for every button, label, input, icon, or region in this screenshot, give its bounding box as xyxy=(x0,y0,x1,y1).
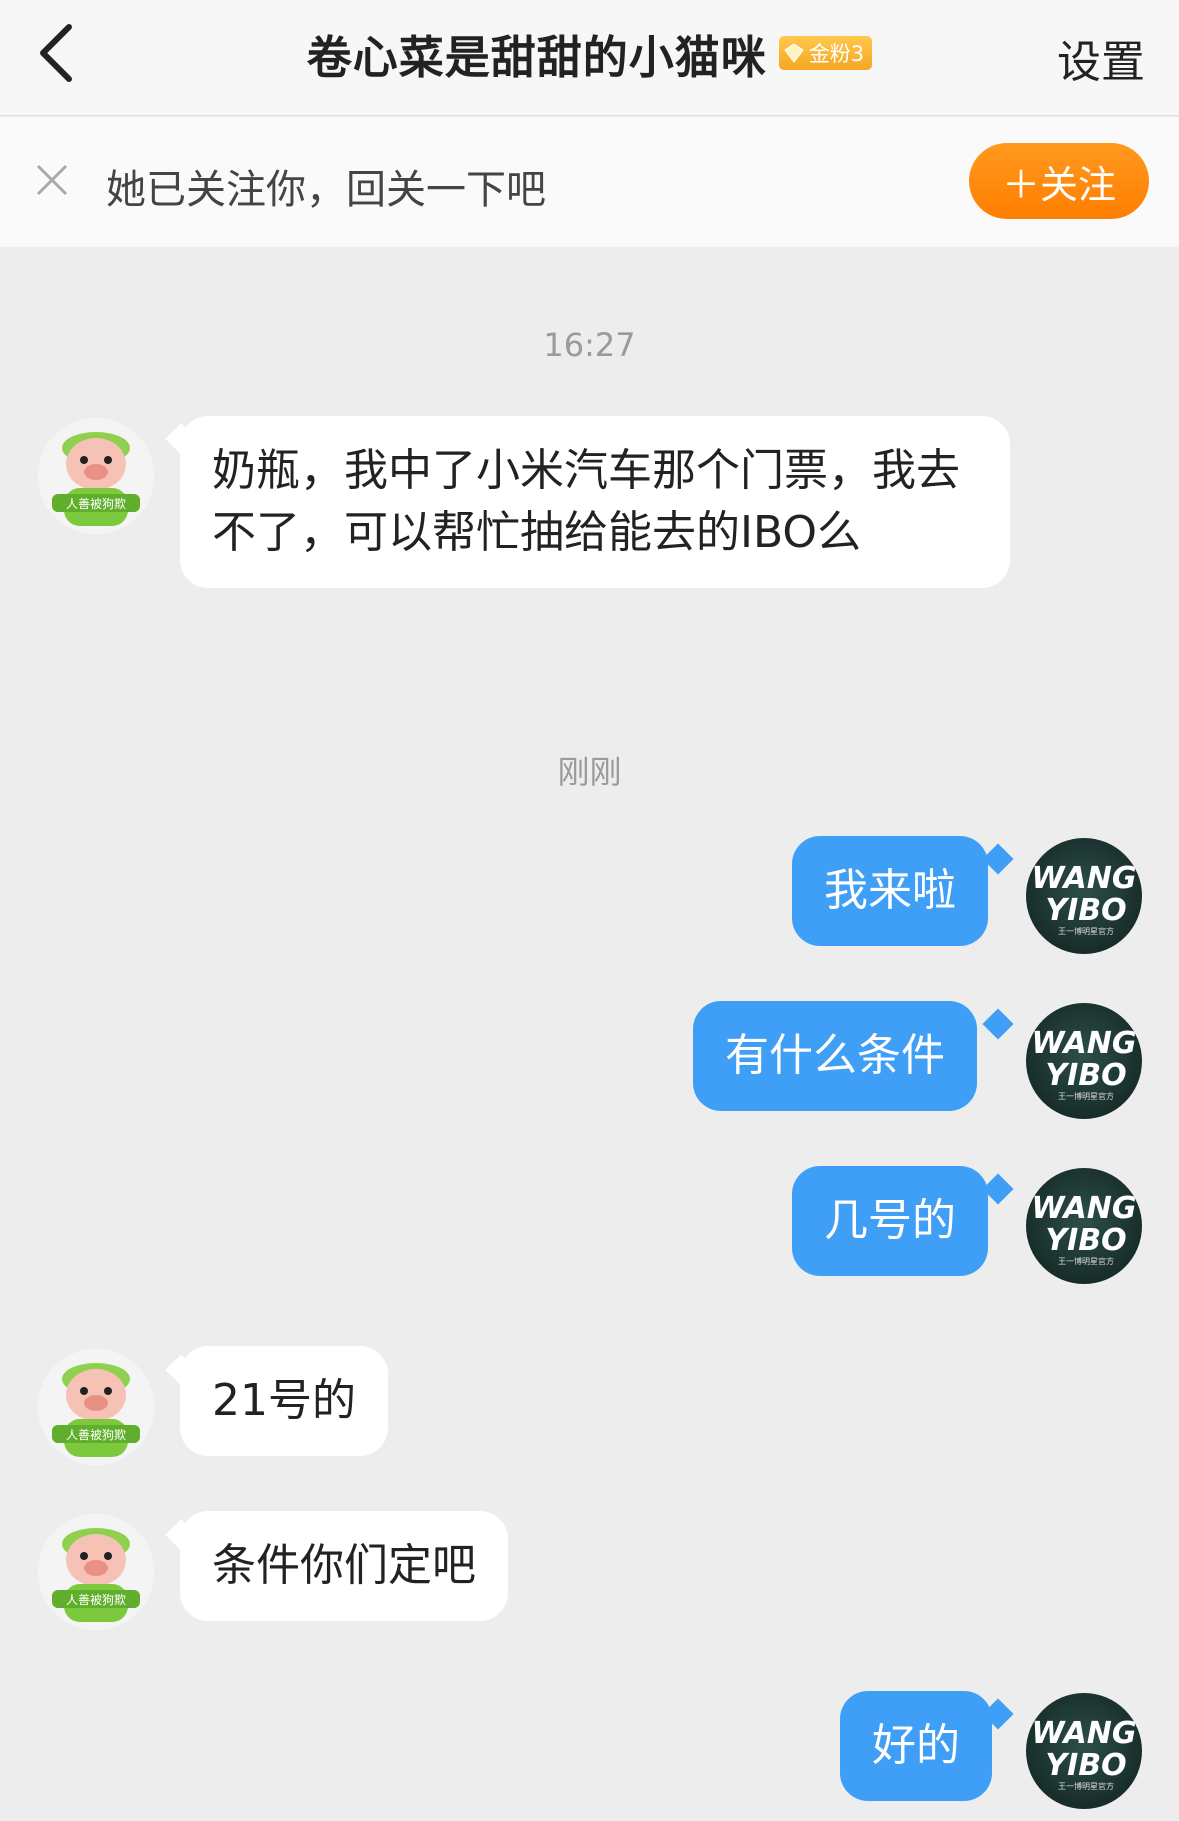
self-avatar[interactable]: WANG YIBO 王一博明星官方 xyxy=(1026,1003,1142,1119)
svg-text:YIBO: YIBO xyxy=(1045,1748,1126,1783)
contact-avatar[interactable]: 人善被狗欺 xyxy=(38,1514,154,1630)
wangyibo-logo-icon: WANG YIBO 王一博明星官方 xyxy=(1032,1026,1137,1101)
message-bubble-incoming[interactable]: 21号的 xyxy=(180,1346,388,1456)
pig-mascot-icon: 人善被狗欺 xyxy=(38,1514,154,1630)
avatar-badge-text: 人善被狗欺 xyxy=(66,496,126,511)
chat-title: 卷心菜是甜甜的小猫咪 xyxy=(306,30,767,84)
svg-text:WANG: WANG xyxy=(1032,1191,1137,1226)
nav-bar: 卷心菜是甜甜的小猫咪 金粉3 设置 xyxy=(0,0,1179,116)
svg-text:YIBO: YIBO xyxy=(1045,1223,1126,1258)
message-bubble-incoming[interactable]: 奶瓶，我中了小米汽车那个门票，我去不了，可以帮忙抽给能去的IBO么 xyxy=(180,416,1010,588)
self-avatar[interactable]: WANG YIBO 王一博明星官方 xyxy=(1026,1168,1142,1284)
svg-text:王一博明星官方: 王一博明星官方 xyxy=(1058,926,1114,936)
avatar-badge-text: 人善被狗欺 xyxy=(66,1592,126,1607)
self-avatar[interactable]: WANG YIBO 王一博明星官方 xyxy=(1026,838,1142,954)
svg-text:WANG: WANG xyxy=(1032,1716,1137,1751)
svg-text:WANG: WANG xyxy=(1032,861,1137,896)
pig-mascot-icon: 人善被狗欺 xyxy=(38,1349,154,1465)
message-bubble-outgoing[interactable]: 几号的 xyxy=(792,1166,988,1276)
follow-button[interactable]: ＋关注 xyxy=(969,143,1149,219)
self-avatar[interactable]: WANG YIBO 王一博明星官方 xyxy=(1026,1693,1142,1809)
pig-mascot-icon: 人善被狗欺 xyxy=(38,418,154,534)
message-bubble-outgoing[interactable]: 有什么条件 xyxy=(693,1001,977,1111)
svg-text:WANG: WANG xyxy=(1032,1026,1137,1061)
follow-prompt-text: 她已关注你，回关一下吧 xyxy=(106,167,546,213)
svg-text:YIBO: YIBO xyxy=(1045,1058,1126,1093)
message-bubble-outgoing[interactable]: 好的 xyxy=(840,1691,992,1801)
svg-text:王一博明星官方: 王一博明星官方 xyxy=(1058,1781,1114,1791)
fan-badge-label: 金粉3 xyxy=(808,42,865,66)
timestamp: 刚刚 xyxy=(557,753,622,791)
fan-level-badge: 金粉3 xyxy=(778,36,873,70)
timestamp: 16:27 xyxy=(543,326,636,364)
message-bubble-incoming[interactable]: 条件你们定吧 xyxy=(180,1511,508,1621)
svg-text:王一博明星官方: 王一博明星官方 xyxy=(1058,1256,1114,1266)
settings-button[interactable]: 设置 xyxy=(1057,26,1145,90)
close-icon[interactable] xyxy=(34,162,70,198)
wangyibo-logo-icon: WANG YIBO 王一博明星官方 xyxy=(1032,861,1137,936)
svg-text:YIBO: YIBO xyxy=(1045,893,1126,928)
svg-text:王一博明星官方: 王一博明星官方 xyxy=(1058,1091,1114,1101)
diamond-icon xyxy=(784,43,804,63)
wangyibo-logo-icon: WANG YIBO 王一博明星官方 xyxy=(1032,1716,1137,1791)
contact-avatar[interactable]: 人善被狗欺 xyxy=(38,1349,154,1465)
avatar-badge-text: 人善被狗欺 xyxy=(66,1427,126,1442)
bubble-tail xyxy=(982,1008,1014,1040)
message-bubble-outgoing[interactable]: 我来啦 xyxy=(792,836,988,946)
wangyibo-logo-icon: WANG YIBO 王一博明星官方 xyxy=(1032,1191,1137,1266)
contact-avatar[interactable]: 人善被狗欺 xyxy=(38,418,154,534)
